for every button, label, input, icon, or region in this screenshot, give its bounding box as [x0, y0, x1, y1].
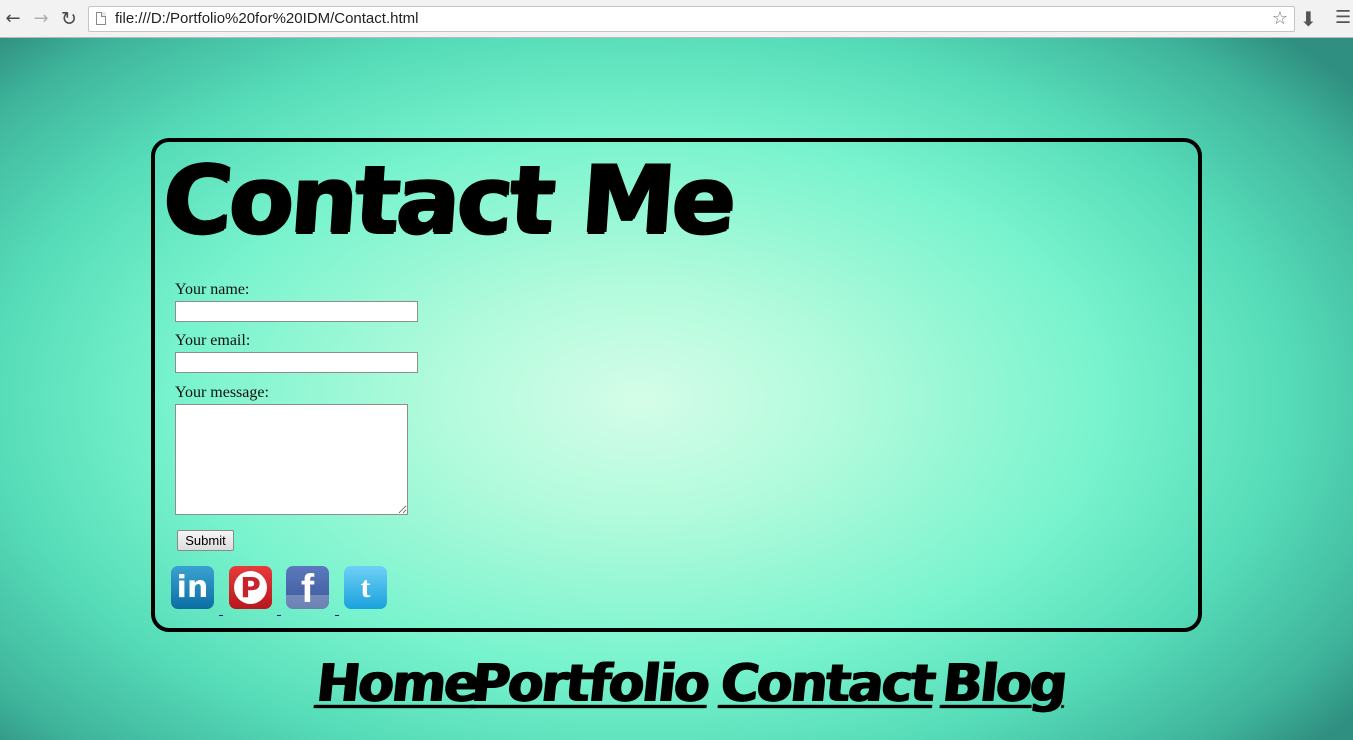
link-underline [277, 615, 281, 616]
link-underline [335, 615, 339, 616]
nav-home-link[interactable]: Home [314, 654, 481, 714]
nav-portfolio-link[interactable]: Portfolio [469, 654, 711, 714]
email-label: Your email: [175, 332, 251, 349]
nav-contact-link[interactable]: Contact [718, 654, 937, 714]
twitter-icon[interactable]: t [344, 566, 387, 609]
link-underline [219, 615, 223, 616]
url-text[interactable]: file:///D:/Portfolio%20for%20IDM/Contact… [115, 10, 418, 27]
email-input[interactable] [175, 352, 418, 373]
message-label: Your message: [175, 384, 269, 401]
message-textarea[interactable] [175, 404, 408, 515]
facebook-icon[interactable]: f [286, 566, 329, 611]
star-icon[interactable]: ☆ [1272, 8, 1288, 29]
back-arrow-icon[interactable]: ← [2, 8, 24, 30]
name-input[interactable] [175, 301, 418, 322]
browser-toolbar: ← → ↻ file:///D:/Portfolio%20for%20IDM/C… [0, 0, 1353, 38]
page-icon [96, 12, 106, 25]
nav-blog-link[interactable]: Blog [940, 654, 1069, 714]
pinterest-icon[interactable]: P [229, 566, 272, 609]
submit-button[interactable]: Submit [177, 530, 234, 551]
page-title: Contact Me [159, 146, 737, 255]
name-label: Your name: [175, 281, 250, 298]
reload-icon[interactable]: ↻ [58, 8, 80, 30]
forward-arrow-icon[interactable]: → [30, 8, 52, 30]
linkedin-icon[interactable]: in [171, 566, 214, 609]
download-icon[interactable]: ⬇ [1300, 7, 1317, 31]
menu-icon[interactable]: ☰ [1335, 7, 1351, 28]
address-bar[interactable]: file:///D:/Portfolio%20for%20IDM/Contact… [88, 6, 1295, 32]
